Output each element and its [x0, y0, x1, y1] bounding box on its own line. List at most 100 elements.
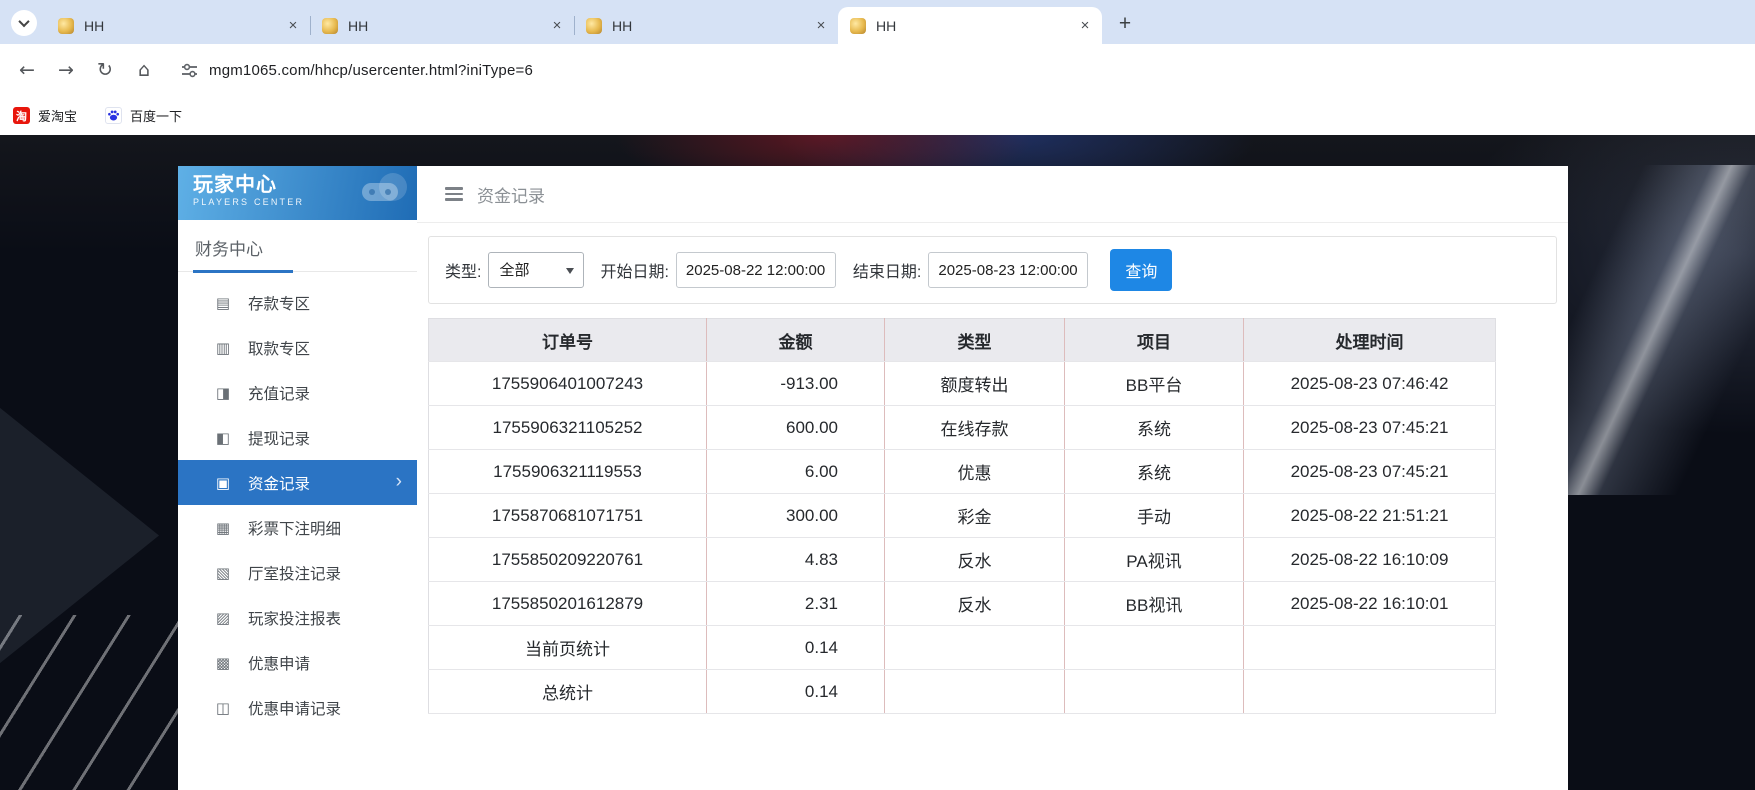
table-cell — [885, 670, 1065, 714]
section-title: 财务中心 — [193, 235, 293, 273]
browser-tab[interactable]: HH× — [310, 7, 574, 44]
page-background: 玩家中心 PLAYERS CENTER 财务中心 ▤存款专区›▥取款专区›◨充值… — [0, 135, 1755, 790]
bookmark-item[interactable]: 百度一下 — [105, 106, 182, 125]
table-cell: 300.00 — [707, 494, 885, 538]
sidebar-item-label: 提现记录 — [248, 427, 310, 449]
table-cell: 2025-08-22 16:10:01 — [1244, 582, 1496, 626]
menu-toggle-icon[interactable] — [445, 187, 463, 201]
end-date-input[interactable] — [928, 252, 1088, 288]
gamepad-icon — [355, 171, 409, 218]
sidebar-header: 玩家中心 PLAYERS CENTER — [178, 166, 417, 220]
table-summary-row: 当前页统计0.14 — [429, 626, 1496, 670]
table-cell: 反水 — [885, 582, 1065, 626]
sidebar-item-player-bet-report[interactable]: ▨玩家投注报表› — [178, 595, 417, 640]
browser-nav-bar: ← → ↻ ⌂ mgm1065.com/hhcp/usercenter.html… — [0, 44, 1755, 96]
type-select[interactable]: 全部 — [488, 252, 584, 288]
table-row: 1755906401007243-913.00额度转出BB平台2025-08-2… — [429, 362, 1496, 406]
search-button[interactable]: 查询 — [1110, 249, 1172, 291]
sidebar-menu: ▤存款专区›▥取款专区›◨充值记录›◧提现记录›▣资金记录›▦彩票下注明细›▧厅… — [178, 272, 417, 730]
start-date-label: 开始日期: — [600, 258, 668, 282]
tab-close-icon[interactable]: × — [284, 17, 302, 35]
tab-close-icon[interactable]: × — [548, 17, 566, 35]
browser-tab[interactable]: HH× — [46, 7, 310, 44]
tab-favicon — [850, 18, 866, 34]
sidebar-item-funds-records[interactable]: ▣资金记录› — [178, 460, 417, 505]
hall-bet-records-icon: ▧ — [214, 564, 232, 582]
tab-title: HH — [612, 18, 812, 34]
table-cell: 系统 — [1065, 450, 1244, 494]
table-cell: 当前页统计 — [429, 626, 707, 670]
table-cell: 1755906321105252 — [429, 406, 707, 450]
table-column-header: 金额 — [707, 319, 885, 362]
browser-tab[interactable]: HH× — [574, 7, 838, 44]
forward-button[interactable]: → — [49, 53, 83, 87]
browser-tab[interactable]: HH× — [838, 7, 1102, 44]
table-cell: 0.14 — [707, 670, 885, 714]
lottery-bet-detail-icon: ▦ — [214, 519, 232, 537]
table-cell: 反水 — [885, 538, 1065, 582]
sidebar-item-withdraw[interactable]: ▥取款专区› — [178, 325, 417, 370]
sidebar-item-promo-apply-records[interactable]: ◫优惠申请记录› — [178, 685, 417, 730]
table-cell — [1065, 626, 1244, 670]
table-header-row: 订单号金额类型项目处理时间 — [429, 319, 1496, 362]
sidebar-item-recharge-records[interactable]: ◨充值记录› — [178, 370, 417, 415]
table-cell: PA视讯 — [1065, 538, 1244, 582]
sidebar-section: 财务中心 — [178, 220, 417, 272]
main-content: 资金记录 类型: 全部 开始日期: 结束日期: 查询 — [417, 166, 1568, 790]
tab-close-icon[interactable]: × — [812, 17, 830, 35]
start-date-input[interactable] — [676, 252, 836, 288]
sidebar-item-withdrawal-records[interactable]: ◧提现记录› — [178, 415, 417, 460]
sidebar-item-lottery-bet-detail[interactable]: ▦彩票下注明细› — [178, 505, 417, 550]
table-cell: 2025-08-23 07:45:21 — [1244, 450, 1496, 494]
tab-search-button[interactable] — [11, 10, 37, 36]
bookmarks-bar: 淘爱淘宝 百度一下 — [0, 96, 1755, 135]
table-summary-row: 总统计0.14 — [429, 670, 1496, 714]
table-cell: 0.14 — [707, 626, 885, 670]
tab-title: HH — [876, 18, 1076, 34]
table-cell: 2025-08-23 07:46:42 — [1244, 362, 1496, 406]
sidebar: 玩家中心 PLAYERS CENTER 财务中心 ▤存款专区›▥取款专区›◨充值… — [178, 166, 417, 790]
back-button[interactable]: ← — [10, 53, 44, 87]
reload-button[interactable]: ↻ — [88, 53, 122, 87]
new-tab-button[interactable]: + — [1110, 9, 1140, 39]
bookmark-item[interactable]: 淘爱淘宝 — [13, 106, 77, 125]
tab-favicon — [58, 18, 74, 34]
filter-bar: 类型: 全部 开始日期: 结束日期: 查询 — [428, 236, 1557, 304]
tab-title: HH — [348, 18, 548, 34]
table-cell: -913.00 — [707, 362, 885, 406]
table-cell: 1755906401007243 — [429, 362, 707, 406]
table-cell: 4.83 — [707, 538, 885, 582]
tab-title: HH — [84, 18, 284, 34]
table-cell: BB平台 — [1065, 362, 1244, 406]
recharge-records-icon: ◨ — [214, 384, 232, 402]
table-cell: 1755850201612879 — [429, 582, 707, 626]
sidebar-item-label: 取款专区 — [248, 337, 310, 359]
funds-table: 订单号金额类型项目处理时间 1755906401007243-913.00额度转… — [428, 318, 1496, 714]
table-cell: 6.00 — [707, 450, 885, 494]
sidebar-item-label: 存款专区 — [248, 292, 310, 314]
table-cell: 1755870681071751 — [429, 494, 707, 538]
home-button[interactable]: ⌂ — [127, 53, 161, 87]
site-info-icon[interactable] — [180, 61, 199, 80]
table-row: 17558502016128792.31反水BB视讯2025-08-22 16:… — [429, 582, 1496, 626]
table-cell: 2025-08-22 16:10:09 — [1244, 538, 1496, 582]
table-cell — [885, 626, 1065, 670]
url-bar[interactable]: mgm1065.com/hhcp/usercenter.html?iniType… — [209, 62, 533, 79]
table-cell: 1755906321119553 — [429, 450, 707, 494]
end-date-label: 结束日期: — [853, 258, 921, 282]
type-select-wrap: 全部 — [488, 252, 584, 288]
promo-apply-records-icon: ◫ — [214, 699, 232, 717]
funds-records-icon: ▣ — [214, 474, 232, 492]
sidebar-item-label: 优惠申请记录 — [248, 697, 341, 719]
tab-close-icon[interactable]: × — [1076, 17, 1094, 35]
tab-favicon — [586, 18, 602, 34]
table-column-header: 类型 — [885, 319, 1065, 362]
table-cell: 1755850209220761 — [429, 538, 707, 582]
sidebar-item-promo-apply[interactable]: ▩优惠申请› — [178, 640, 417, 685]
sidebar-item-deposit[interactable]: ▤存款专区› — [178, 280, 417, 325]
table-cell: 手动 — [1065, 494, 1244, 538]
table-row: 17559063211195536.00优惠系统2025-08-23 07:45… — [429, 450, 1496, 494]
table-cell: 总统计 — [429, 670, 707, 714]
sidebar-item-hall-bet-records[interactable]: ▧厅室投注记录› — [178, 550, 417, 595]
content-panel: 玩家中心 PLAYERS CENTER 财务中心 ▤存款专区›▥取款专区›◨充值… — [178, 166, 1568, 790]
